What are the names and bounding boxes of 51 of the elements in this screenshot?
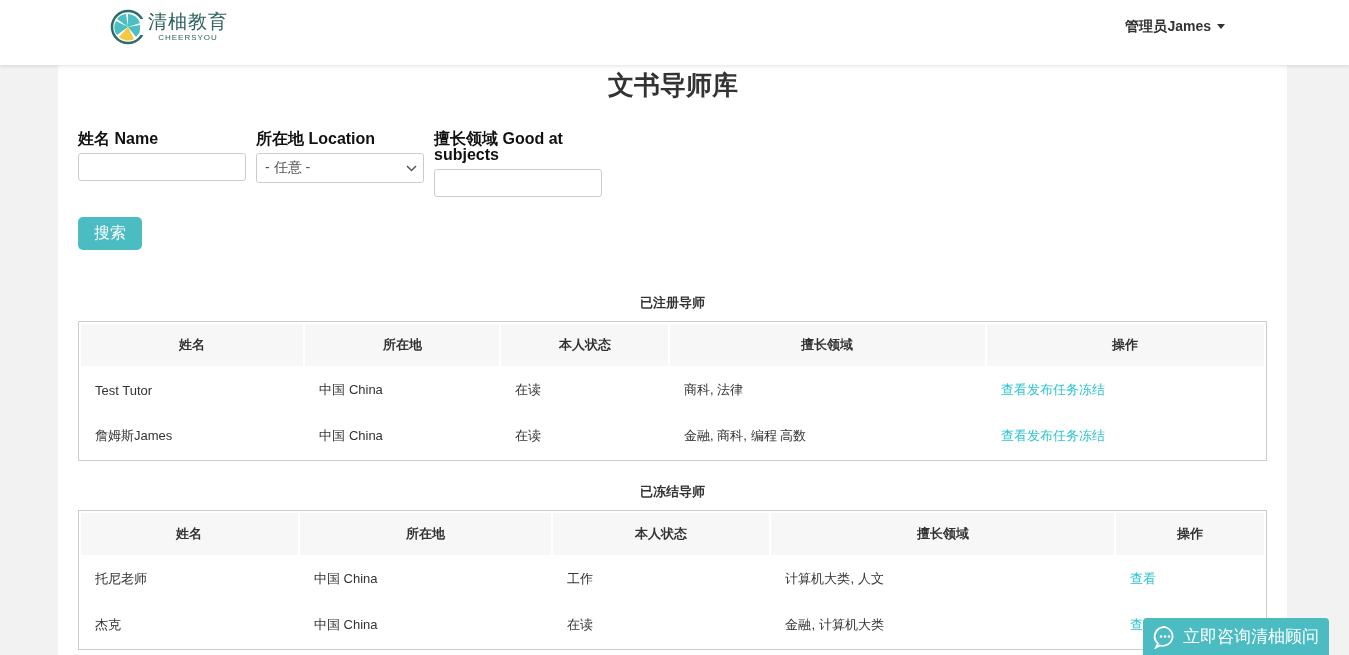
table-cell-text: 中国 China [312, 616, 379, 634]
column-header: 本人状态 [501, 324, 669, 366]
table-caption: 已注册导师 [639, 294, 706, 312]
action-link[interactable]: 冻结 [1078, 428, 1105, 443]
table-cell-text: 杰克 [94, 616, 122, 634]
action-link[interactable]: 查看 [1130, 571, 1157, 586]
chevron-down-icon [406, 164, 417, 172]
column-header: 姓名 [81, 513, 298, 555]
input-field[interactable] [78, 153, 246, 181]
field-label: 擅长领域 Good at subjects [434, 131, 564, 163]
table-cell-text: 商科, 法律 [683, 381, 745, 399]
table-cell-text: 金融, 计算机大类 [784, 616, 885, 634]
action-link[interactable]: 查看 [1000, 382, 1027, 397]
column-header: 所在地 [305, 324, 500, 366]
table-cell-text: Test Tutor [94, 381, 154, 400]
action-link[interactable]: 发布任务 [1026, 382, 1079, 397]
input-field[interactable] [434, 169, 602, 197]
table-cell-text: 在读 [565, 616, 594, 634]
logo-subtext: CHEERSYOU [158, 33, 218, 42]
logo-text: 清柚教育 [148, 11, 228, 33]
column-header: 操作 [1116, 513, 1264, 555]
column-header: 所在地 [299, 513, 551, 555]
column-header: 擅长领域 [771, 513, 1115, 555]
table-cell-text: 中国 China [312, 570, 379, 588]
page-title: 文书导师库 [606, 69, 739, 102]
table-cell-text: 中国 China [318, 427, 384, 445]
caret-icon [1217, 24, 1225, 29]
table-cell-text: 工作 [565, 570, 594, 588]
table-caption: 已冻结导师 [639, 483, 706, 501]
table-cell-text: 詹姆斯James [94, 427, 174, 445]
action-link[interactable]: 发布任务 [1026, 428, 1079, 443]
table-cell-text: 金融, 商科, 编程 高数 [683, 427, 808, 445]
action-link[interactable]: 查 [1130, 617, 1144, 632]
field-label: 姓名 Name [78, 131, 160, 147]
table-cell-text: 计算机大类, 人文 [784, 570, 885, 588]
table-cell-text: 在读 [514, 381, 543, 399]
search-button[interactable]: 搜索 [78, 217, 142, 250]
action-link[interactable]: 冻结 [1078, 382, 1105, 397]
user-menu[interactable]: 管理员James [1125, 17, 1225, 36]
action-link[interactable]: 查看 [1000, 428, 1027, 443]
consult-button[interactable]: 立即咨询清柚顾问 [1143, 618, 1329, 655]
column-header: 本人状态 [552, 513, 770, 555]
lemon-logo-icon [110, 8, 146, 45]
table-cell-text: 中国 China [318, 381, 384, 399]
column-header: 姓名 [81, 324, 304, 366]
column-header: 操作 [986, 324, 1264, 366]
table-cell-text: 托尼老师 [94, 570, 148, 588]
table-cell-text: 在读 [514, 427, 543, 445]
column-header: 擅长领域 [670, 324, 985, 366]
field-label: 所在地 Location [256, 131, 377, 147]
location-select[interactable]: - 任意 - [256, 153, 424, 183]
